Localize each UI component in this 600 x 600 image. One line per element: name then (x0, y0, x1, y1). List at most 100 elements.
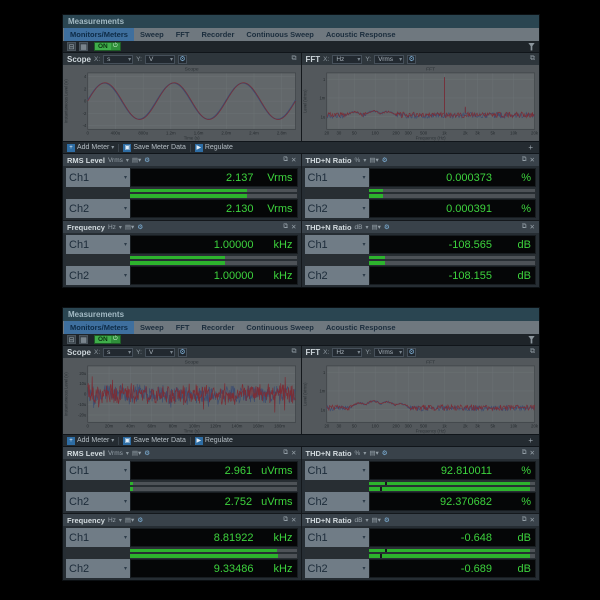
channel-selector-ch2[interactable]: Ch2▾ (305, 266, 369, 285)
tab-recorder[interactable]: Recorder (195, 321, 240, 334)
close-icon[interactable]: ✕ (530, 156, 535, 164)
tab-acoustic-response[interactable]: Acoustic Response (320, 321, 402, 334)
tab-monitors-meters[interactable]: Monitors/Meters (64, 321, 134, 334)
popout-icon[interactable]: ⧉ (283, 156, 288, 164)
tab-sweep[interactable]: Sweep (134, 28, 170, 41)
tab-fft[interactable]: FFT (170, 28, 196, 41)
meter-format-icon[interactable]: ▤▾ (125, 516, 134, 524)
channel-selector-ch2[interactable]: Ch2▾ (66, 199, 130, 218)
meter-unit-select[interactable]: Hz (108, 517, 116, 524)
meter-unit-select[interactable]: % (355, 157, 361, 164)
meter-unit-select[interactable]: Vrms (108, 157, 123, 164)
channel-selector-ch2[interactable]: Ch2▾ (66, 559, 130, 578)
meter-settings-icon[interactable]: ⚙ (382, 449, 388, 457)
popout-icon[interactable]: ⧉ (283, 516, 288, 524)
popout-icon[interactable]: ⧉ (522, 449, 527, 457)
channel-selector-ch1[interactable]: Ch1▾ (66, 461, 130, 480)
popout-icon[interactable]: ⧉ (292, 55, 297, 63)
tab-sweep[interactable]: Sweep (134, 321, 170, 334)
channel-selector-ch2[interactable]: Ch2▾ (305, 199, 369, 218)
channel-selector-ch1[interactable]: Ch1▾ (66, 168, 130, 187)
meter-format-icon[interactable]: ▤▾ (372, 516, 381, 524)
meter-settings-icon[interactable]: ⚙ (137, 223, 143, 231)
meter-settings-icon[interactable]: ⚙ (384, 516, 390, 524)
popout-icon[interactable]: ⧉ (522, 223, 527, 231)
save-meter-data-button[interactable]: ▣ Save Meter Data (123, 437, 186, 445)
analyzer-icon[interactable]: ▦ (79, 42, 88, 51)
close-icon[interactable]: ✕ (291, 449, 296, 457)
settings-gear-icon[interactable]: ⚙ (407, 348, 416, 357)
channel-selector-ch1[interactable]: Ch1▾ (305, 235, 369, 254)
meter-unit-select[interactable]: dB (355, 517, 363, 524)
generator-on-toggle[interactable]: ON ⏻ (94, 42, 121, 51)
scope-x-unit-select[interactable]: s (103, 55, 133, 64)
close-icon[interactable]: ✕ (291, 156, 296, 164)
popout-icon[interactable]: ⧉ (283, 449, 288, 457)
meter-format-icon[interactable]: ▤▾ (369, 449, 378, 457)
popout-icon[interactable]: ⧉ (283, 223, 288, 231)
meter-settings-icon[interactable]: ⚙ (382, 156, 388, 164)
meter-settings-icon[interactable]: ⚙ (144, 156, 150, 164)
channel-selector-ch1[interactable]: Ch1▾ (305, 168, 369, 187)
channel-selector-ch2[interactable]: Ch2▾ (305, 492, 369, 511)
add-meter-button[interactable]: + Add Meter ▾ (67, 144, 114, 152)
meter-unit-select[interactable]: Vrms (108, 450, 123, 457)
fft-y-unit-select[interactable]: Vrms (374, 55, 404, 64)
meter-format-icon[interactable]: ▤▾ (132, 156, 141, 164)
generator-icon[interactable]: ⊟ (67, 335, 76, 344)
meter-format-icon[interactable]: ▤▾ (132, 449, 141, 457)
popout-icon[interactable]: ⧉ (292, 348, 297, 356)
regulate-button[interactable]: ▶ Regulate (195, 437, 233, 445)
save-meter-data-button[interactable]: ▣ Save Meter Data (123, 144, 186, 152)
meter-settings-icon[interactable]: ⚙ (137, 516, 143, 524)
meter-settings-icon[interactable]: ⚙ (144, 449, 150, 457)
channel-selector-ch1[interactable]: Ch1▾ (66, 235, 130, 254)
add-meter-button[interactable]: + Add Meter ▾ (67, 437, 114, 445)
settings-gear-icon[interactable]: ⚙ (178, 348, 187, 357)
close-icon[interactable]: ✕ (530, 449, 535, 457)
fft-x-unit-select[interactable]: Hz (332, 55, 362, 64)
meter-settings-icon[interactable]: ⚙ (384, 223, 390, 231)
popout-icon[interactable]: ⧉ (530, 55, 535, 63)
window-titlebar[interactable]: Measurements (63, 15, 539, 28)
tab-fft[interactable]: FFT (170, 321, 196, 334)
meter-format-icon[interactable]: ▤▾ (369, 156, 378, 164)
channel-selector-ch2[interactable]: Ch2▾ (66, 266, 130, 285)
channel-selector-ch2[interactable]: Ch2▾ (305, 559, 369, 578)
meter-unit-select[interactable]: dB (355, 224, 363, 231)
scope-y-unit-select[interactable]: V (145, 348, 175, 357)
fft-y-unit-select[interactable]: Vrms (374, 348, 404, 357)
regulate-button[interactable]: ▶ Regulate (195, 144, 233, 152)
generator-icon[interactable]: ⊟ (67, 42, 76, 51)
popout-icon[interactable]: ⧉ (522, 156, 527, 164)
filter-icon[interactable] (528, 336, 535, 344)
scope-y-unit-select[interactable]: V (145, 55, 175, 64)
close-icon[interactable]: ✕ (291, 516, 296, 524)
tab-recorder[interactable]: Recorder (195, 28, 240, 41)
meter-format-icon[interactable]: ▤▾ (372, 223, 381, 231)
settings-gear-icon[interactable]: ⚙ (407, 55, 416, 64)
tab-continuous-sweep[interactable]: Continuous Sweep (240, 321, 320, 334)
scope-x-unit-select[interactable]: s (103, 348, 133, 357)
filter-icon[interactable] (528, 43, 535, 51)
channel-selector-ch2[interactable]: Ch2▾ (66, 492, 130, 511)
analyzer-icon[interactable]: ▦ (79, 335, 88, 344)
channel-selector-ch1[interactable]: Ch1▾ (305, 528, 369, 547)
close-icon[interactable]: ✕ (291, 223, 296, 231)
fft-x-unit-select[interactable]: Hz (332, 348, 362, 357)
close-icon[interactable]: ✕ (530, 223, 535, 231)
settings-gear-icon[interactable]: ⚙ (178, 55, 187, 64)
tab-monitors-meters[interactable]: Monitors/Meters (64, 28, 134, 41)
meter-unit-select[interactable]: % (355, 450, 361, 457)
tab-continuous-sweep[interactable]: Continuous Sweep (240, 28, 320, 41)
channel-selector-ch1[interactable]: Ch1▾ (66, 528, 130, 547)
popout-icon[interactable]: ⧉ (522, 516, 527, 524)
channel-selector-ch1[interactable]: Ch1▾ (305, 461, 369, 480)
add-icon[interactable]: + (526, 436, 535, 445)
generator-on-toggle[interactable]: ON ⏻ (94, 335, 121, 344)
meter-unit-select[interactable]: Hz (108, 224, 116, 231)
popout-icon[interactable]: ⧉ (530, 348, 535, 356)
close-icon[interactable]: ✕ (530, 516, 535, 524)
add-icon[interactable]: + (526, 143, 535, 152)
tab-acoustic-response[interactable]: Acoustic Response (320, 28, 402, 41)
